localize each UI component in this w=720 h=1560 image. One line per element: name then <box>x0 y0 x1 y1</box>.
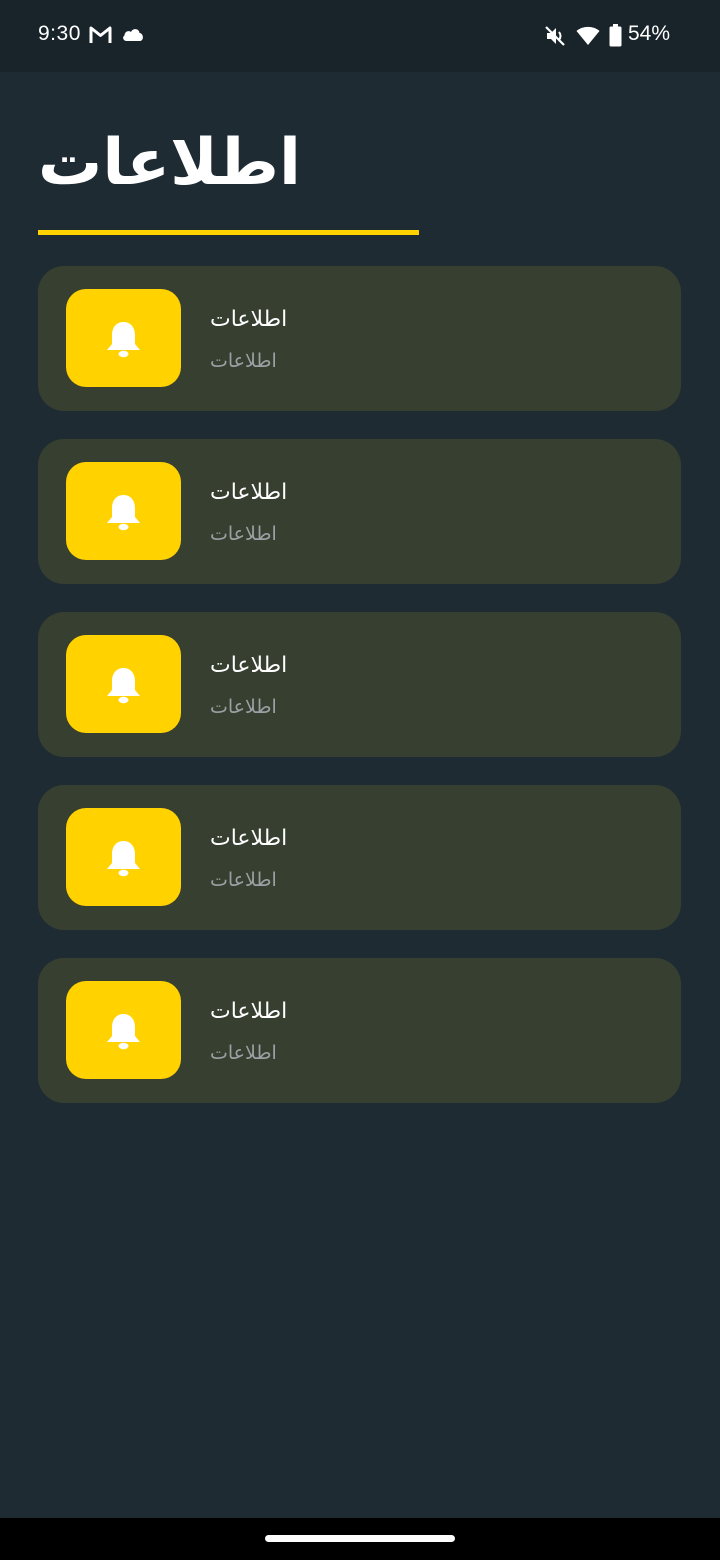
wifi-icon <box>576 26 600 45</box>
notification-card[interactable]: اطلاعات اطلاعات <box>38 785 681 930</box>
notification-title: اطلاعات <box>210 653 288 678</box>
bell-icon <box>107 322 140 358</box>
cloud-icon <box>123 29 143 41</box>
notification-subtitle: اطلاعات <box>210 696 277 718</box>
battery-percentage: 54% <box>628 22 671 45</box>
notification-title: اطلاعات <box>210 999 288 1024</box>
bell-icon-box <box>66 462 181 560</box>
notification-card[interactable]: اطلاعات اطلاعات <box>38 958 681 1103</box>
gmail-icon <box>89 26 112 43</box>
notification-subtitle: اطلاعات <box>210 869 277 891</box>
home-gesture-handle[interactable] <box>265 1535 455 1542</box>
notification-subtitle: اطلاعات <box>210 350 277 372</box>
notification-title: اطلاعات <box>210 480 288 505</box>
bell-icon <box>107 1014 140 1050</box>
notification-card[interactable]: اطلاعات اطلاعات <box>38 612 681 757</box>
bell-icon-box <box>66 808 181 906</box>
notification-card[interactable]: اطلاعات اطلاعات <box>38 439 681 584</box>
bell-icon <box>107 495 140 531</box>
notification-list: اطلاعات اطلاعات اطلاعات اطلاعات اطلاعات … <box>38 266 681 1131</box>
notification-card[interactable]: اطلاعات اطلاعات <box>38 266 681 411</box>
bell-icon-box <box>66 635 181 733</box>
battery-icon <box>609 24 622 47</box>
status-bar: 9:30 54% <box>0 0 720 72</box>
notification-subtitle: اطلاعات <box>210 1042 277 1064</box>
navigation-bar <box>0 1518 720 1560</box>
mute-icon <box>545 26 565 46</box>
bell-icon <box>107 841 140 877</box>
bell-icon-box <box>66 289 181 387</box>
page-title: اطلاعات <box>38 126 301 200</box>
title-underline <box>38 230 419 235</box>
status-time: 9:30 <box>38 22 81 45</box>
bell-icon-box <box>66 981 181 1079</box>
notification-title: اطلاعات <box>210 826 288 851</box>
bell-icon <box>107 668 140 704</box>
notification-title: اطلاعات <box>210 307 288 332</box>
notification-subtitle: اطلاعات <box>210 523 277 545</box>
